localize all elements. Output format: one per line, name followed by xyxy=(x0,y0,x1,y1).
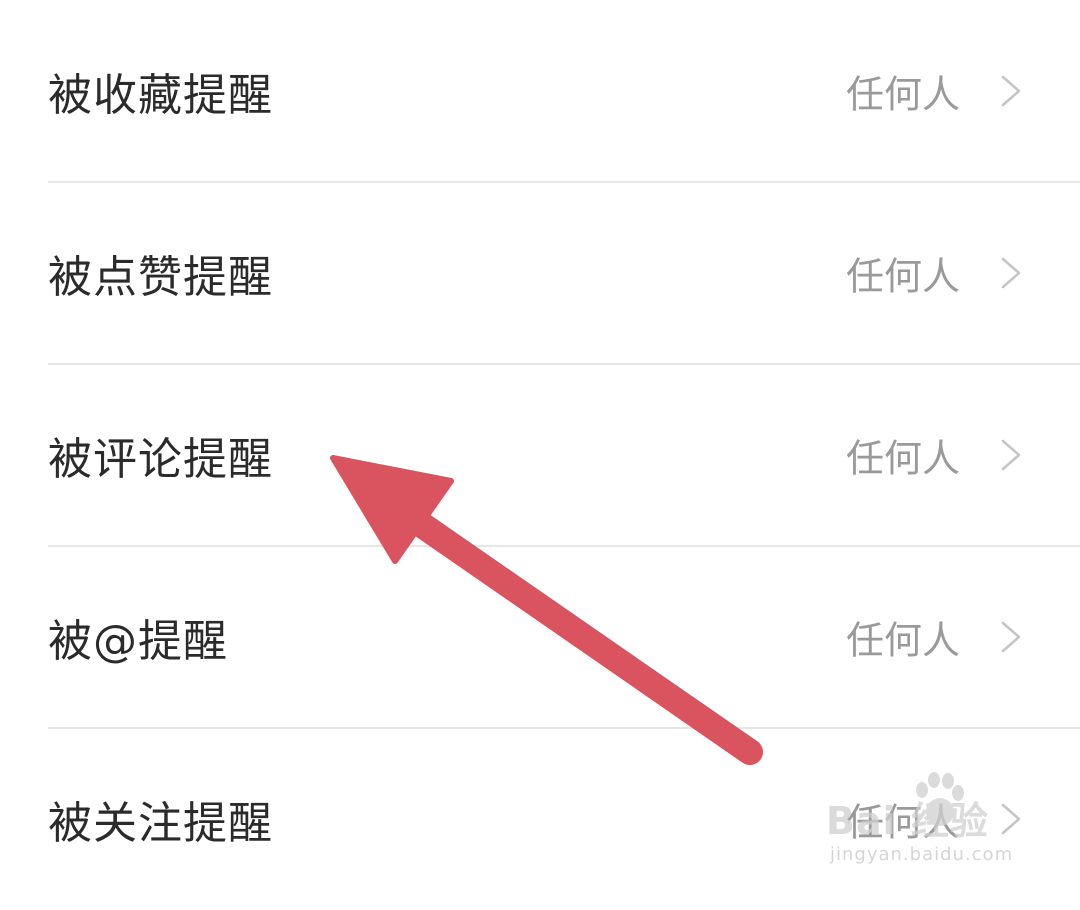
setting-label: 被关注提醒 xyxy=(48,798,273,849)
watermark: Bai 经验 jingyan.baidu.com xyxy=(826,772,1026,872)
setting-label: 被@提醒 xyxy=(48,616,228,667)
chevron-right-icon xyxy=(1001,257,1021,289)
setting-row-liked[interactable]: 被点赞提醒 任何人 xyxy=(0,182,1080,364)
watermark-url: jingyan.baidu.com xyxy=(830,844,1014,865)
notification-settings-list: 被收藏提醒 任何人 被点赞提醒 任何人 被评论提醒 任何人 被@提醒 任何人 被… xyxy=(0,0,1080,892)
paw-logo-icon xyxy=(916,772,964,826)
chevron-right-icon xyxy=(1001,621,1021,653)
setting-row-favorited[interactable]: 被收藏提醒 任何人 xyxy=(0,0,1080,182)
setting-row-commented[interactable]: 被评论提醒 任何人 xyxy=(0,364,1080,546)
setting-value: 任何人 xyxy=(845,72,960,117)
chevron-right-icon xyxy=(1001,439,1021,471)
setting-value: 任何人 xyxy=(845,254,960,299)
setting-label: 被收藏提醒 xyxy=(48,70,273,121)
setting-value: 任何人 xyxy=(845,618,960,663)
setting-label: 被评论提醒 xyxy=(48,434,273,485)
setting-value: 任何人 xyxy=(845,436,960,481)
setting-row-mentioned[interactable]: 被@提醒 任何人 xyxy=(0,546,1080,728)
setting-label: 被点赞提醒 xyxy=(48,252,273,303)
chevron-right-icon xyxy=(1001,75,1021,107)
